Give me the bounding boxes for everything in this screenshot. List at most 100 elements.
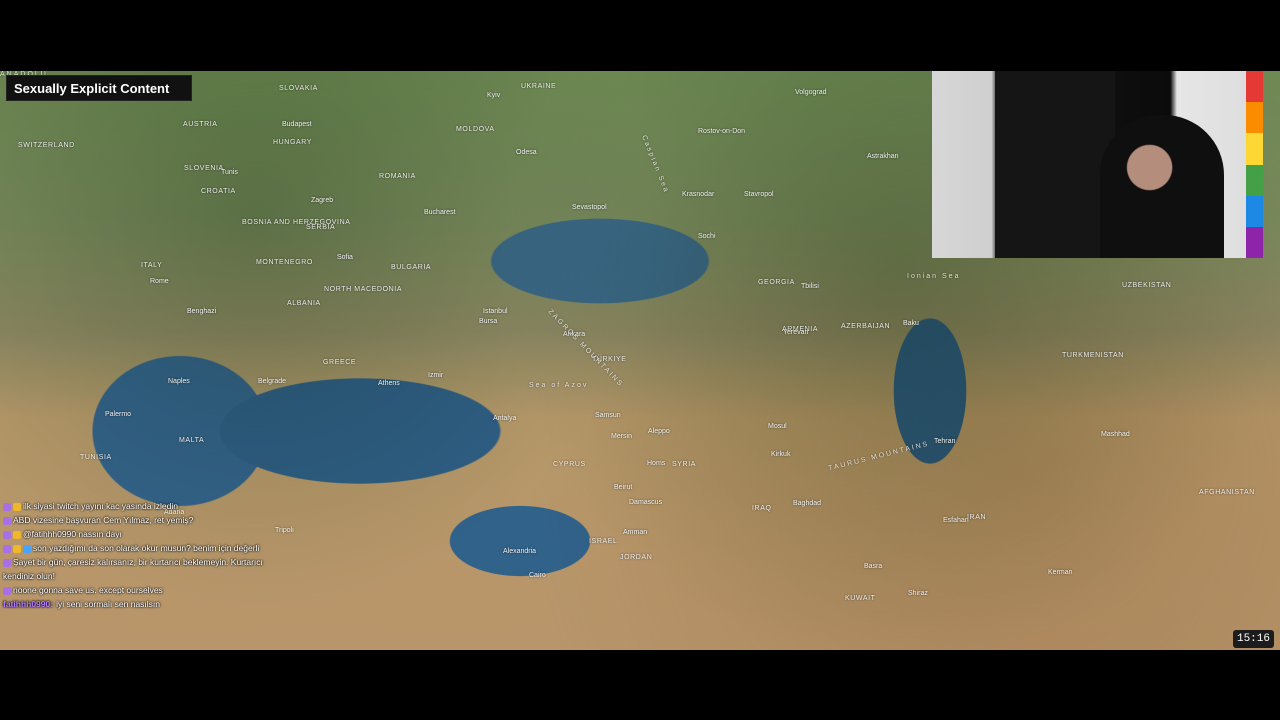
map-label: Budapest [282, 121, 312, 128]
map-label: ISRAEL [589, 538, 618, 545]
map-label: ITALY [141, 262, 163, 269]
map-label: KUWAIT [845, 595, 876, 602]
map-label: Beirut [614, 484, 633, 491]
chat-text: son yazdığımı da son olarak okur musun? … [33, 543, 260, 553]
map-label: TUNISIA [80, 454, 112, 461]
chat-badge-icon [13, 502, 21, 511]
map-label: Mersin [611, 433, 633, 440]
chat-badge-icon [13, 544, 21, 553]
map-label: IRAN [967, 514, 987, 521]
map-label: Basra [864, 563, 883, 570]
webcam-overlay [932, 71, 1263, 258]
map-label: ALBANIA [287, 300, 321, 307]
map-label: Palermo [105, 411, 132, 418]
map-label: Stavropol [744, 191, 774, 198]
map-label: UKRAINE [521, 83, 557, 90]
map-label: GREECE [323, 359, 357, 366]
map-label: Mosul [768, 423, 787, 430]
map-label: Cairo [529, 572, 546, 579]
pride-stripe [1246, 102, 1263, 134]
chat-badge-icon [3, 502, 11, 511]
map-label: GEORGIA [758, 279, 795, 286]
pride-stripe [1246, 133, 1263, 165]
chat-badge-icon [3, 558, 11, 567]
chat-username: fatihhh0990: [3, 599, 54, 609]
map-label: Izmir [428, 372, 444, 379]
map-label: Volgograd [795, 89, 827, 96]
map-label: Tunis [221, 169, 238, 176]
map-label: AUSTRIA [183, 121, 218, 128]
map-label: Benghazi [187, 308, 217, 315]
map-label: MONTENEGRO [256, 259, 313, 266]
map-label: Sea of Azov [529, 382, 589, 389]
map-label: Athens [378, 380, 400, 387]
map-label: Damascus [629, 499, 663, 506]
chat-badge-icon [3, 544, 11, 553]
map-label: MALTA [179, 437, 205, 444]
map-label: Istanbul [483, 308, 508, 315]
map-label: Baku [903, 320, 919, 327]
map-label: UZBEKISTAN [1122, 282, 1172, 289]
map-label: Tehran [934, 438, 956, 445]
chat-text: ABD vizesine başvuran Cem Yılmaz, ret ye… [13, 515, 194, 525]
map-label: SLOVENIA [184, 165, 224, 172]
chat-message: Şayet bir gün, çaresiz kalırsanız, bir k… [3, 555, 273, 583]
map-label: Sochi [698, 233, 716, 240]
map-label: Mashhad [1101, 431, 1130, 438]
map-label: Astrakhan [867, 153, 899, 160]
chat-text: Şayet bir gün, çaresiz kalırsanız, bir k… [3, 557, 263, 581]
map-label: Ionian Sea [907, 273, 961, 280]
content-warning-label: Sexually Explicit Content [6, 75, 192, 101]
pride-stripe [1246, 71, 1263, 103]
map-label: MOLDOVA [456, 126, 495, 133]
chat-message: ABD vizesine başvuran Cem Yılmaz, ret ye… [3, 513, 273, 527]
map-label: Kirkuk [771, 451, 791, 458]
map-label: CYPRUS [553, 461, 586, 468]
map-label: Samsun [595, 412, 621, 419]
chat-text: ilk siyasi twitch yayını kac yasında izl… [23, 501, 178, 511]
pride-flag-bar [1246, 71, 1263, 258]
map-label: Kerman [1048, 569, 1073, 576]
map-label: Esfahan [943, 517, 969, 524]
pride-stripe [1246, 195, 1263, 227]
map-label: Homs [647, 460, 666, 467]
map-label: Antalya [493, 415, 517, 422]
map-label: Rome [150, 278, 169, 285]
chat-message: son yazdığımı da son olarak okur musun? … [3, 541, 273, 555]
pride-stripe [1246, 164, 1263, 196]
content-warning-text: Sexually Explicit Content [14, 80, 170, 96]
map-label: Belgrade [258, 378, 287, 385]
chat-message: ilk siyasi twitch yayını kac yasında izl… [3, 499, 273, 513]
chat-message: @fatihhh0990 nassın dayı [3, 527, 273, 541]
map-label: Tripoli [275, 527, 294, 534]
streamer-figure [1100, 115, 1224, 258]
map-label: HUNGARY [273, 139, 313, 146]
map-label: Odesa [516, 149, 537, 156]
map-label: Amman [623, 529, 648, 536]
chat-text: iyi seni sormalı sen nasılsın [56, 599, 161, 609]
chat-text: @fatihhh0990 nassın dayı [23, 529, 122, 539]
map-label: Bursa [479, 318, 498, 325]
map-label: SYRIA [672, 461, 697, 468]
chat-message: fatihhh0990: iyi seni sormalı sen nasılsı… [3, 597, 273, 611]
timer-text: 15:16 [1236, 633, 1270, 645]
map-label: CROATIA [201, 188, 236, 195]
chat-badge-icon [3, 586, 11, 595]
chat-badge-icon [3, 516, 11, 525]
pride-stripe [1246, 226, 1263, 258]
map-label: Sevastopol [572, 204, 607, 211]
chat-badge-icon [13, 530, 21, 539]
chat-badge-icon [23, 544, 31, 553]
map-label: SLOVAKIA [279, 85, 318, 92]
map-label: AFGHANISTAN [1199, 489, 1255, 496]
map-label: AZERBAIJAN [841, 323, 891, 330]
map-label: Sofia [337, 254, 353, 261]
map-label: Kyiv [487, 92, 501, 99]
map-label: SERBIA [306, 224, 336, 231]
map-label: Tbilisi [801, 283, 819, 290]
map-label: JORDAN [620, 554, 653, 561]
stream-frame: SLOVAKIA UKRAINE MOLDOVA ROMANIA HUNGARY AUST… [0, 71, 1280, 650]
map-label: SWITZERLAND [18, 142, 75, 149]
map-label: Zagreb [311, 197, 334, 204]
map-label: IRAQ [752, 505, 772, 512]
